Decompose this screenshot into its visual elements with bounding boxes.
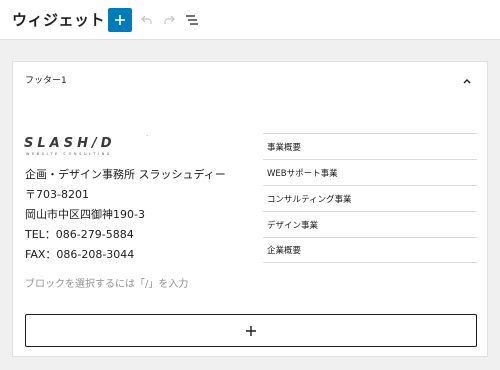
collapse-toggle[interactable] xyxy=(461,72,473,84)
redo-button[interactable] xyxy=(160,11,178,29)
logo-tagline: WEBSITE CONSULTING xyxy=(26,152,112,156)
list-view-icon xyxy=(186,15,198,25)
menu-item-web-support[interactable]: WEBサポート事業 xyxy=(263,159,477,185)
footer-navigation-menu: 事業概要 WEBサポート事業 コンサルティング事業 デザイン事業 企業概要 xyxy=(263,133,477,263)
add-block-button[interactable] xyxy=(108,8,132,32)
company-name: 企画・デザイン事務所 スラッシュディー xyxy=(25,168,226,181)
postal-code: 〒703-8201 xyxy=(25,188,89,201)
plus-icon xyxy=(115,15,125,25)
menu-item-business-overview[interactable]: 事業概要 xyxy=(263,133,477,159)
widget-area-panel: フッター1 SLASH/D ´ WEBSITE CONSULTING 企画・デザ… xyxy=(12,61,488,357)
phone-number: TEL：086-279-5884 xyxy=(25,228,134,241)
block-placeholder[interactable]: ブロックを選択するには「/」を入力 xyxy=(25,275,188,290)
redo-icon xyxy=(164,15,175,24)
chevron-up-icon xyxy=(463,79,471,84)
menu-item-consulting[interactable]: コンサルティング事業 xyxy=(263,185,477,211)
panel-title[interactable]: フッター1 xyxy=(25,73,67,86)
undo-icon xyxy=(141,15,152,24)
menu-item-design[interactable]: デザイン事業 xyxy=(263,211,477,237)
top-toolbar: ウィジェット xyxy=(0,0,500,40)
undo-button[interactable] xyxy=(138,11,156,29)
fax-number: FAX：086-208-3044 xyxy=(25,248,135,261)
address: 岡山市中区四御神190-3 xyxy=(25,208,145,221)
company-logo: SLASH/D ´ WEBSITE CONSULTING xyxy=(24,135,150,156)
logo-brand: SLASH/D xyxy=(24,136,116,151)
page-title: ウィジェット xyxy=(12,11,106,29)
menu-item-company-overview[interactable]: 企業概要 xyxy=(263,237,477,263)
list-view-button[interactable] xyxy=(183,11,201,29)
plus-icon xyxy=(246,325,256,336)
logo-apostrophe: ´ xyxy=(145,135,150,144)
block-appender-button[interactable] xyxy=(25,314,477,347)
